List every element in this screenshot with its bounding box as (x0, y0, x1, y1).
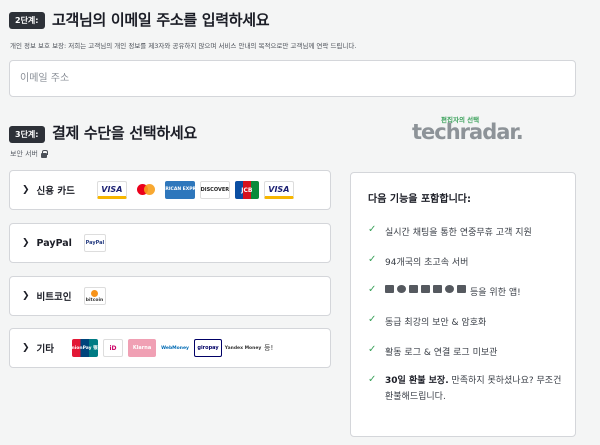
secure-server-label: 보안 서버 (10, 149, 48, 159)
payment-option-label: 기타 (36, 344, 55, 355)
step-2-badge: 2단계: (9, 12, 45, 29)
feature-text: 동급 최강의 보안 & 암호화 (385, 318, 487, 328)
bitcoin-logo-text: bitcoin (85, 297, 104, 303)
paypal-logo: PayPal (83, 234, 106, 252)
giropay-logo: giropay (194, 339, 223, 357)
apple-icon (397, 285, 406, 293)
yandex-money-logo: Yandex Money (225, 339, 261, 357)
email-field-container (9, 60, 576, 97)
lock-icon (41, 149, 48, 158)
payment-option-other[interactable]: ❯ 기타 UnionPay 银联 iD Klarna WebMoney giro… (9, 328, 331, 368)
jcb-logo: JCB (234, 181, 259, 199)
check-icon: ✓ (368, 314, 377, 325)
chevron-right-icon: ❯ (22, 238, 30, 248)
payment-option-bitcoin[interactable]: ❯ 비트코인 bitcoin (9, 276, 331, 316)
feature-item: ✓ 활동 로그 & 연결 로그 미보관 (368, 344, 575, 358)
tv-icon (457, 285, 466, 293)
unionpay-logo: UnionPay 银联 (68, 339, 102, 357)
ideal-logo: iD (103, 339, 124, 357)
payment-option-credit-card[interactable]: ❯ 신용 카드 VISA AMERICAN EXPRESS DISCOVER J… (9, 170, 331, 210)
feature-item: ✓ 실시간 채팅을 통한 연중무휴 고객 지원 (368, 224, 575, 238)
payment-option-paypal[interactable]: ❯ PayPal PayPal (9, 223, 331, 263)
feature-item: ✓ 94개국의 초고속 서버 (368, 254, 575, 268)
ios-icon (433, 285, 442, 293)
payment-option-label: 비트코인 (36, 292, 72, 303)
payment-option-label: 신용 카드 (36, 186, 75, 197)
windows-icon (385, 285, 394, 293)
check-icon: ✓ (368, 374, 377, 385)
email-field[interactable] (10, 61, 575, 96)
techradar-logo: techradar. (412, 120, 524, 144)
amex-logo: AMERICAN EXPRESS (154, 181, 205, 199)
android-icon (409, 285, 418, 293)
visa-logo: VISA (96, 181, 127, 199)
step-3-badge: 3단계: (9, 126, 45, 143)
paypal-logos: PayPal (83, 234, 106, 252)
feature-text: 등을 위한 앱! (470, 288, 521, 298)
guarantee-text: 30일 환불 보장. 만족하지 못하셨나요? 무조건 환불해드립니다. (385, 373, 570, 405)
chevron-right-icon: ❯ (22, 343, 30, 353)
mastercard-logo (131, 181, 160, 199)
linux-icon (445, 285, 454, 293)
platform-icons (385, 285, 466, 293)
feature-item-guarantee: ✓ 30일 환불 보장. 만족하지 못하셨나요? 무조건 환불해드립니다. (368, 373, 575, 405)
feature-item: ✓ 등을 위한 앱! (368, 284, 575, 298)
visa-logo-alt: VISA (263, 181, 294, 199)
more-methods-text: 등! (264, 344, 274, 352)
feature-text: 94개국의 초고속 서버 (385, 258, 469, 268)
features-title: 다음 기능을 포함합니다: (368, 194, 471, 205)
feature-text: 실시간 채팅을 통한 연중무휴 고객 지원 (385, 228, 532, 238)
step-2-heading: 고객님의 이메일 주소를 입력하세요 (52, 11, 270, 29)
step-3-heading: 결제 수단을 선택하세요 (52, 124, 197, 142)
router-icon (421, 285, 430, 293)
webmoney-logo: WebMoney (161, 339, 190, 357)
feature-item: ✓ 동급 최강의 보안 & 암호화 (368, 314, 575, 328)
check-icon: ✓ (368, 224, 377, 235)
bitcoin-logo: bitcoin (83, 287, 106, 305)
discover-logo: DISCOVER (199, 181, 230, 199)
secure-server-text: 보안 서버 (10, 150, 38, 158)
check-icon: ✓ (368, 254, 377, 265)
payment-option-label: PayPal (36, 237, 72, 249)
privacy-note: 개인 정보 보호 보장: 저희는 고객님의 개인 정보를 제3자와 공유하지 않… (10, 42, 357, 50)
features-panel: 다음 기능을 포함합니다: ✓ 실시간 채팅을 통한 연중무휴 고객 지원 ✓ … (350, 172, 576, 437)
guarantee-bold: 30일 환불 보장. (385, 376, 449, 386)
other-logos: UnionPay 银联 iD Klarna WebMoney giropay Y… (68, 339, 274, 357)
check-icon: ✓ (368, 284, 377, 295)
card-logos: VISA AMERICAN EXPRESS DISCOVER JCB VISA (96, 181, 294, 199)
bitcoin-icon (91, 289, 99, 297)
chevron-right-icon: ❯ (22, 291, 30, 301)
check-icon: ✓ (368, 344, 377, 355)
klarna-logo: Klarna (128, 339, 157, 357)
chevron-right-icon: ❯ (22, 185, 30, 195)
feature-text: 활동 로그 & 연결 로그 미보관 (385, 348, 498, 358)
bitcoin-logos: bitcoin (83, 287, 106, 305)
